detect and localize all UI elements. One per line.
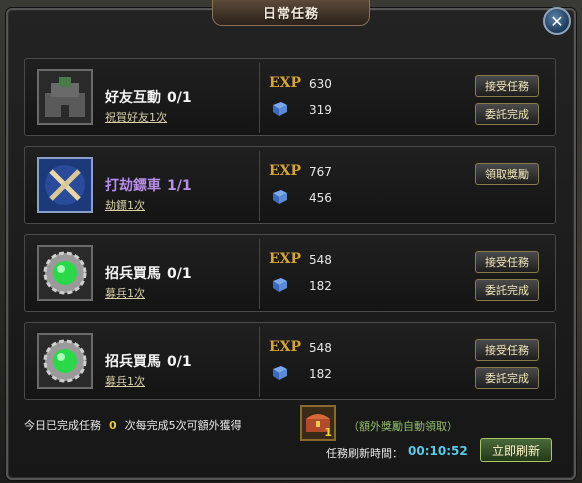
- crossed-swords-icon: [37, 157, 93, 213]
- divider: [259, 239, 260, 309]
- quest-row: 好友互動 0/1 祝賀好友1次 EXP 630 319 接受任務 委託完成: [24, 58, 556, 136]
- close-icon: ✕: [550, 11, 564, 31]
- fortress-icon: [37, 69, 93, 125]
- quest-row: 招兵買馬 0/1 募兵1次 EXP 548 182 接受任務 委託完成: [24, 234, 556, 312]
- exp-label: EXP: [269, 163, 302, 179]
- accept-quest-button[interactable]: 接受任務: [475, 75, 539, 97]
- delegate-complete-button[interactable]: 委託完成: [475, 367, 539, 389]
- delegate-complete-button[interactable]: 委託完成: [475, 103, 539, 125]
- refresh-now-button[interactable]: 立即刷新: [480, 438, 552, 462]
- quest-title: 招兵買馬 0/1: [105, 266, 192, 282]
- divider: [259, 63, 260, 133]
- exp-value: 630: [309, 77, 332, 91]
- exp-label: EXP: [269, 251, 302, 267]
- accept-quest-button[interactable]: 接受任務: [475, 339, 539, 361]
- exp-value: 767: [309, 165, 332, 179]
- book-reward-value: 182: [309, 367, 332, 381]
- extra-reward-note: （額外獎勵自動領取）: [348, 420, 458, 433]
- quest-objective-link[interactable]: 募兵1次: [105, 285, 145, 301]
- title-tab: 日常任務: [212, 0, 370, 26]
- book-reward-value: 456: [309, 191, 332, 205]
- exp-label: EXP: [269, 339, 302, 355]
- green-orb-gear-icon: [37, 245, 93, 301]
- accept-quest-button[interactable]: 接受任務: [475, 251, 539, 273]
- claim-reward-button[interactable]: 領取獎勵: [475, 163, 539, 185]
- divider: [259, 327, 260, 397]
- book-icon: [273, 190, 287, 204]
- delegate-complete-button[interactable]: 委託完成: [475, 279, 539, 301]
- window-title: 日常任務: [262, 7, 319, 22]
- completed-count: 0: [109, 419, 117, 432]
- quest-objective-link[interactable]: 祝賀好友1次: [105, 109, 167, 125]
- divider: [259, 151, 260, 221]
- exp-value: 548: [309, 253, 332, 267]
- refresh-time-label: 任務刷新時間：: [326, 447, 403, 460]
- treasure-chest-icon[interactable]: 1: [300, 405, 336, 441]
- title-bar: 日常任務 ✕: [0, 0, 582, 35]
- book-icon: [273, 366, 287, 380]
- refresh-countdown: 00:10:52: [408, 444, 468, 458]
- green-orb-gear-icon: [37, 333, 93, 389]
- chest-count: 1: [324, 426, 332, 439]
- quest-row: 打劫鏢車 1/1 劫鏢1次 EXP 767 456 領取獎勵: [24, 146, 556, 224]
- book-reward-value: 182: [309, 279, 332, 293]
- book-icon: [273, 278, 287, 292]
- quest-objective-link[interactable]: 劫鏢1次: [105, 197, 145, 213]
- close-button[interactable]: ✕: [543, 7, 571, 35]
- quest-row: 招兵買馬 0/1 募兵1次 EXP 548 182 接受任務 委託完成: [24, 322, 556, 400]
- exp-value: 548: [309, 341, 332, 355]
- exp-label: EXP: [269, 75, 302, 91]
- daily-completion-text: 今日已完成任務 0 次每完成5次可額外獲得: [24, 419, 242, 432]
- quest-title: 打劫鏢車 1/1: [105, 178, 192, 194]
- quest-title: 好友互動 0/1: [105, 90, 192, 106]
- quest-objective-link[interactable]: 募兵1次: [105, 373, 145, 389]
- book-icon: [273, 102, 287, 116]
- quest-title: 招兵買馬 0/1: [105, 354, 192, 370]
- book-reward-value: 319: [309, 103, 332, 117]
